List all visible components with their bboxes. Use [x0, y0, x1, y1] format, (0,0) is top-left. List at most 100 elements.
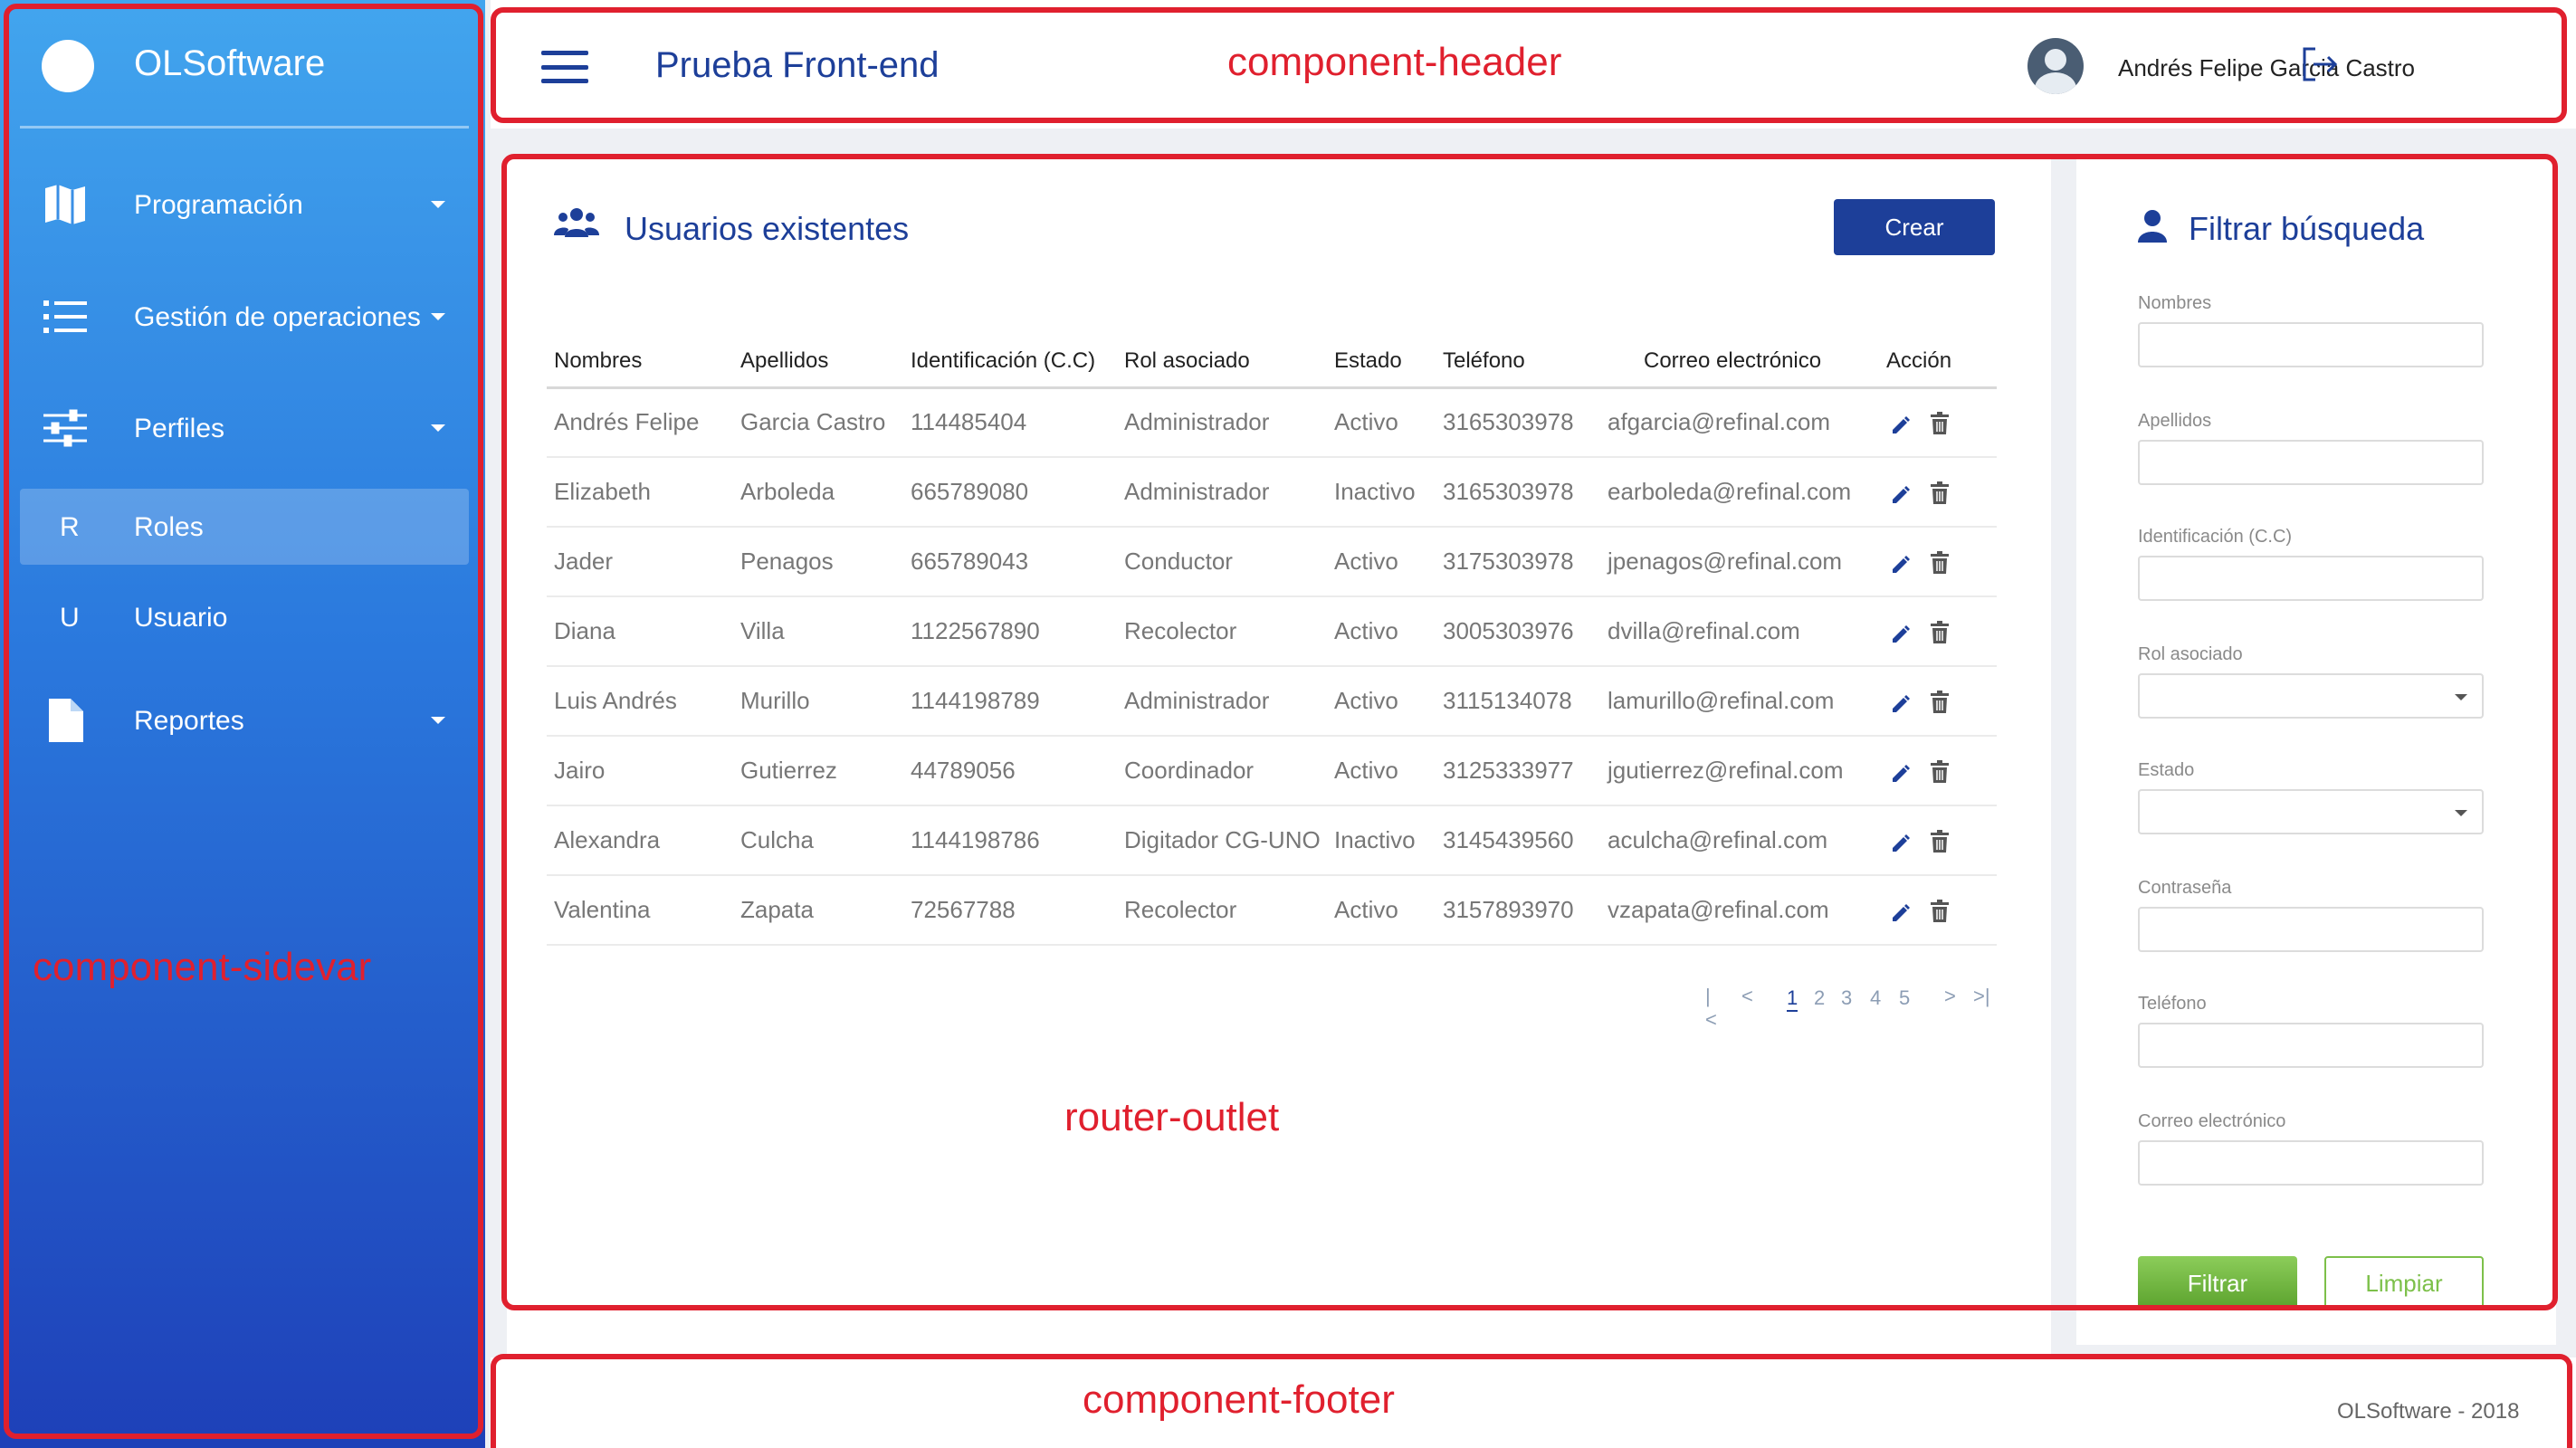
column-header[interactable]: Apellidos: [733, 337, 903, 389]
edit-icon[interactable]: [1890, 760, 1910, 784]
table-row[interactable]: Andrés Felipe Garcia Castro 114485404 Admin…: [547, 387, 1997, 458]
sidebar-item-label: Programación: [134, 190, 303, 220]
trash-icon[interactable]: [1930, 830, 1950, 853]
last-page-icon[interactable]: >|: [1973, 985, 1990, 1008]
edit-icon[interactable]: [1890, 621, 1910, 644]
column-header[interactable]: Correo electrónico: [1589, 337, 1879, 389]
table-cell: 3165303978: [1436, 387, 1589, 458]
avatar[interactable]: [2027, 38, 2084, 94]
user-name: Andrés Felipe Garcia Castro: [2118, 54, 2416, 81]
table-cell: Andrés Felipe: [547, 387, 733, 458]
edit-icon[interactable]: [1890, 830, 1910, 853]
table-cell: Penagos: [733, 527, 903, 597]
sidebar-item-label: Roles: [134, 512, 204, 542]
table-cell: 3145439560: [1436, 805, 1589, 876]
chevron-down-icon: [2455, 810, 2467, 816]
create-button[interactable]: Crear: [1834, 199, 1995, 255]
page-link[interactable]: 4: [1870, 986, 1881, 1010]
identificacion-input[interactable]: [2138, 556, 2484, 601]
edit-icon[interactable]: [1890, 412, 1910, 435]
table-cell: 665789043: [903, 527, 1117, 597]
page-link[interactable]: 1: [1787, 986, 1798, 1012]
trash-icon[interactable]: [1930, 481, 1950, 505]
table-cell: Villa: [733, 596, 903, 667]
trash-icon[interactable]: [1930, 691, 1950, 714]
table-cell: 72567788: [903, 875, 1117, 946]
clear-button[interactable]: Limpiar: [2324, 1256, 2484, 1310]
users-table: Nombres Apellidos Identificación (C.C) R…: [547, 337, 1997, 946]
brand-name: OLSoftware: [134, 43, 326, 83]
table-cell: Luis Andrés: [547, 666, 733, 737]
logout-icon[interactable]: [2299, 43, 2341, 85]
page-link[interactable]: 3: [1841, 986, 1852, 1010]
table-row[interactable]: Valentina Zapata 72567788 Recolector Activo 3…: [547, 875, 1997, 946]
filter-button[interactable]: Filtrar: [2138, 1256, 2297, 1310]
trash-icon[interactable]: [1930, 760, 1950, 784]
sidebar-item-programacion[interactable]: Programación: [20, 167, 469, 243]
field-label: Estado: [2138, 760, 2195, 780]
table-row[interactable]: Jader Penagos 665789043 Conductor Activo 3175…: [547, 527, 1997, 597]
estado-select[interactable]: [2138, 789, 2484, 834]
trash-icon[interactable]: [1930, 412, 1950, 435]
page-link[interactable]: 2: [1814, 986, 1825, 1010]
table-cell: Activo: [1327, 527, 1436, 597]
sidebar-item-gestion-operaciones[interactable]: Gestión de operaciones: [20, 279, 469, 355]
column-header[interactable]: Identificación (C.C): [903, 337, 1117, 389]
sliders-icon: [40, 403, 91, 453]
table-cell: Zapata: [733, 875, 903, 946]
trash-icon[interactable]: [1930, 551, 1950, 575]
edit-icon[interactable]: [1890, 551, 1910, 575]
nombres-input[interactable]: [2138, 322, 2484, 367]
sidebar-item-roles[interactable]: R Roles: [20, 489, 469, 565]
menu-toggle-icon[interactable]: [541, 51, 588, 83]
annotation-label-sidebar: component-sidevar: [33, 945, 372, 989]
sidebar-item-perfiles[interactable]: Perfiles: [20, 390, 469, 466]
telefono-input[interactable]: [2138, 1023, 2484, 1068]
table-row[interactable]: Alexandra Culcha 1144198786 Digitador CG-UN…: [547, 805, 1997, 876]
edit-icon[interactable]: [1890, 900, 1910, 923]
trash-icon[interactable]: [1930, 621, 1950, 644]
apellidos-input[interactable]: [2138, 440, 2484, 485]
table-row[interactable]: Jairo Gutierrez 44789056 Coordinador Activo 3…: [547, 736, 1997, 806]
brand-logo-icon: [42, 40, 94, 92]
table-cell: Conductor: [1117, 527, 1327, 597]
column-header[interactable]: Teléfono: [1436, 337, 1589, 389]
column-header[interactable]: Estado: [1327, 337, 1436, 389]
table-cell: Diana: [547, 596, 733, 667]
chevron-down-icon: [431, 313, 445, 320]
table-cell: 3157893970: [1436, 875, 1589, 946]
table-cell: aculcha@refinal.com: [1589, 805, 1879, 876]
trash-icon[interactable]: [1930, 900, 1950, 923]
page-link[interactable]: 5: [1899, 986, 1910, 1010]
rol-select[interactable]: [2138, 673, 2484, 719]
table-cell: Jairo: [547, 736, 733, 806]
table-cell: Coordinador: [1117, 736, 1327, 806]
prev-page-icon[interactable]: <: [1741, 985, 1753, 1008]
column-header[interactable]: Nombres: [547, 337, 733, 389]
edit-icon[interactable]: [1890, 691, 1910, 714]
table-cell: 3165303978: [1436, 457, 1589, 528]
footer: OLSoftware - 2018: [491, 1358, 2576, 1448]
users-group-icon: [554, 206, 599, 239]
table-cell: 3175303978: [1436, 527, 1589, 597]
sidebar-item-reportes[interactable]: Reportes: [20, 682, 469, 758]
field-label: Contraseña: [2138, 878, 2232, 898]
first-page-icon[interactable]: |<: [1705, 985, 1717, 1032]
email-input[interactable]: [2138, 1140, 2484, 1186]
table-row[interactable]: Diana Villa 1122567890 Recolector Activo 3005…: [547, 596, 1997, 667]
sidebar-item-usuario[interactable]: U Usuario: [20, 579, 469, 655]
table-row[interactable]: Elizabeth Arboleda 665789080 Administrador I…: [547, 457, 1997, 528]
table-cell: Recolector: [1117, 596, 1327, 667]
table-cell: Culcha: [733, 805, 903, 876]
field-label: Nombres: [2138, 293, 2212, 313]
sidebar: OLSoftware Programación Gestión de opera…: [0, 0, 485, 1448]
table-cell: vzapata@refinal.com: [1589, 875, 1879, 946]
next-page-icon[interactable]: >: [1944, 985, 1956, 1008]
footer-text: OLSoftware - 2018: [2337, 1399, 2520, 1424]
password-input[interactable]: [2138, 907, 2484, 952]
column-header[interactable]: Rol asociado: [1117, 337, 1327, 389]
table-cell: Activo: [1327, 736, 1436, 806]
table-row[interactable]: Luis Andrés Murillo 1144198789 Administrado…: [547, 666, 1997, 737]
map-icon: [40, 179, 91, 230]
edit-icon[interactable]: [1890, 481, 1910, 505]
